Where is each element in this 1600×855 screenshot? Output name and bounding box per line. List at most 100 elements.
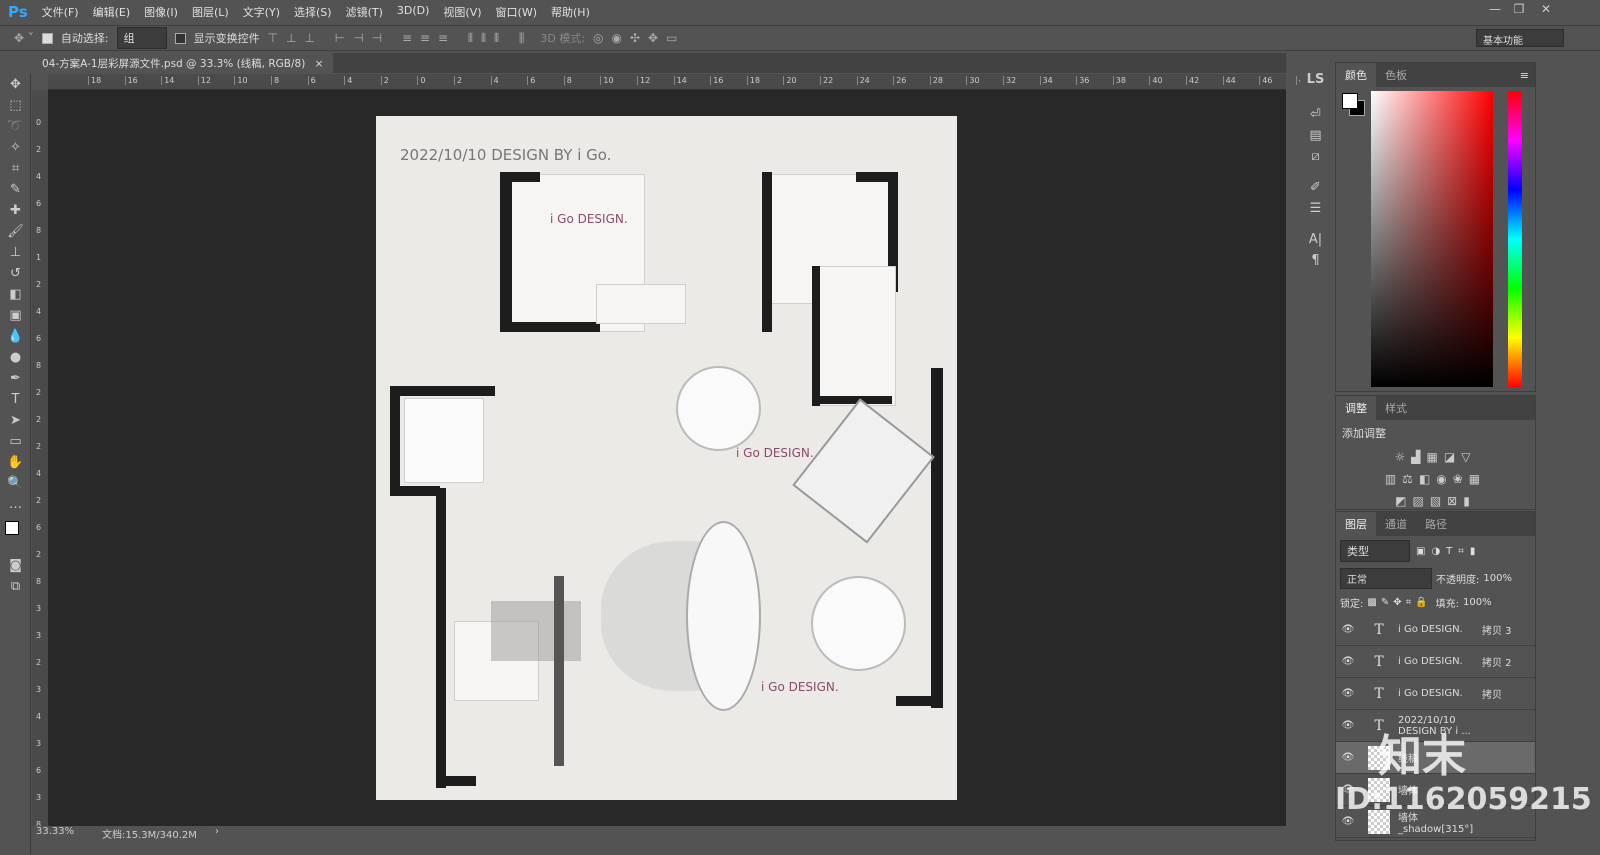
zoom-level[interactable]: 33.33%	[36, 826, 74, 837]
menu-item[interactable]: 视图(V)	[443, 4, 481, 20]
brush-settings-icon[interactable]: ☰	[1300, 198, 1331, 219]
properties-icon[interactable]: ▤	[1300, 125, 1331, 146]
restore-button[interactable]: ❐	[1508, 2, 1530, 18]
panel-menu-icon[interactable]: ≡	[1520, 69, 1529, 82]
brushes-icon[interactable]: ✐	[1300, 177, 1331, 198]
menu-item[interactable]: 图像(I)	[144, 4, 178, 20]
lock-label: 锁定:	[1340, 599, 1364, 610]
visibility-eye-icon[interactable]: 👁	[1336, 624, 1360, 635]
dodge-tool-icon[interactable]: ●	[0, 347, 31, 368]
lock-icons[interactable]: ▩✎✥⌗🔒	[1367, 597, 1431, 608]
move-tool-icon[interactable]: ✥	[0, 74, 31, 95]
menu-item[interactable]: 3D(D)	[397, 4, 430, 20]
tab-layers[interactable]: 图层	[1336, 512, 1376, 536]
tab-channels[interactable]: 通道	[1376, 512, 1416, 536]
ruler-tick: 34	[1039, 76, 1053, 85]
menu-item[interactable]: 编辑(E)	[93, 4, 131, 20]
layer-filter-icons[interactable]: ▣◑T⌗▮	[1416, 546, 1481, 557]
history-icon[interactable]: ⏎	[1300, 104, 1331, 125]
ruler-tick: 6	[36, 766, 42, 775]
character-icon[interactable]: A|	[1300, 229, 1331, 250]
auto-select-checkbox[interactable]	[41, 32, 53, 44]
hand-tool-icon[interactable]: ✋	[0, 452, 31, 473]
blend-mode-dropdown[interactable]: 正常	[1340, 568, 1432, 589]
align-icons[interactable]: ⊤⊥⊥ ⊢⊣⊣ ≡≡≡ ⫴⫴⫴ ⫼	[268, 31, 533, 46]
ruler-tick: 4	[36, 712, 42, 721]
menu-item[interactable]: 选择(S)	[294, 4, 332, 20]
ruler-tick: 4	[36, 172, 42, 181]
visibility-eye-icon[interactable]: 👁	[1336, 720, 1360, 731]
floor-plan-document[interactable]: 2022/10/10 DESIGN BY i Go. i Go DESIGN. …	[376, 116, 957, 800]
ruler-tick: 2	[36, 145, 42, 154]
move-tool-icon[interactable]: ✥ ˅	[14, 31, 34, 45]
menu-item[interactable]: 文件(F)	[42, 4, 79, 20]
tab-paths[interactable]: 路径	[1416, 512, 1456, 536]
transform-icon[interactable]: ⧄	[1300, 146, 1331, 167]
zoom-tool-icon[interactable]: 🔍	[0, 473, 31, 494]
vertical-ruler: 024681246822242628332343638	[32, 90, 48, 829]
adjustment-icons[interactable]: ☼▟▦◪▽ ▥⚖◧◉❀▦ ◩▨▧⊠▮	[1336, 446, 1535, 512]
paragraph-icon[interactable]: ¶	[1300, 250, 1331, 271]
layer-row[interactable]: 👁 Ti Go DESIGN. 拷贝 2	[1336, 646, 1535, 678]
close-tab-button[interactable]: ×	[315, 58, 324, 70]
opacity-input[interactable]: 100%	[1483, 573, 1512, 584]
marquee-tool-icon[interactable]: ⬚	[0, 95, 31, 116]
ruler-tick: 4	[344, 76, 352, 85]
gradient-icon[interactable]: ▣	[0, 305, 31, 326]
ruler-tick: 26	[893, 76, 906, 85]
menu-item[interactable]: 文字(Y)	[243, 4, 280, 20]
visibility-eye-icon[interactable]: 👁	[1336, 816, 1360, 827]
hue-slider[interactable]	[1508, 91, 1522, 387]
brush-tool-icon[interactable]: 🖌	[0, 221, 31, 242]
type-tool-icon[interactable]: T	[0, 389, 31, 410]
menu-item[interactable]: 帮助(H)	[551, 4, 590, 20]
foreground-swatch[interactable]	[1342, 93, 1358, 109]
ruler-tick: 4	[490, 76, 499, 85]
3d-mode-icons[interactable]: ◎◉✣✥▭	[593, 31, 685, 45]
more-tools-icon[interactable]: …	[0, 494, 31, 515]
ruler-tick: 2	[36, 658, 42, 667]
rectangle-tool-icon[interactable]: ▭	[0, 431, 31, 452]
layer-row[interactable]: 👁 Ti Go DESIGN. 拷贝 3	[1336, 614, 1535, 646]
history-brush-icon[interactable]: ↺	[0, 263, 31, 284]
lasso-tool-icon[interactable]: ➰	[0, 116, 31, 137]
tab-swatches[interactable]: 色板	[1376, 63, 1416, 87]
ruler-tick: 0	[36, 118, 42, 127]
minimize-button[interactable]: —	[1484, 2, 1506, 18]
layer-filter-dropdown[interactable]: 类型	[1340, 540, 1410, 562]
crop-tool-icon[interactable]: ⌗	[0, 158, 31, 179]
screen-mode-icon[interactable]: ⧉	[0, 576, 31, 597]
eyedropper-icon[interactable]: ✎	[0, 179, 31, 200]
ruler-tick: 8	[36, 361, 42, 370]
visibility-eye-icon[interactable]: 👁	[1336, 656, 1360, 667]
color-field[interactable]	[1371, 91, 1493, 387]
quick-mask-icon[interactable]: ◙	[0, 555, 31, 576]
healing-brush-icon[interactable]: ✚	[0, 200, 31, 221]
pen-tool-icon[interactable]: ✒	[0, 368, 31, 389]
canvas-area[interactable]: 2022/10/10 DESIGN BY i Go. i Go DESIGN. …	[48, 90, 1286, 826]
visibility-eye-icon[interactable]: 👁	[1336, 752, 1360, 763]
layer-row[interactable]: 👁 Ti Go DESIGN. 拷贝	[1336, 678, 1535, 710]
magic-wand-icon[interactable]: ✧	[0, 137, 31, 158]
tab-color[interactable]: 颜色	[1336, 63, 1376, 87]
show-transform-checkbox[interactable]	[174, 32, 186, 44]
eraser-icon[interactable]: ◧	[0, 284, 31, 305]
menu-item[interactable]: 图层(L)	[192, 4, 229, 20]
menu-item[interactable]: 滤镜(T)	[346, 4, 383, 20]
auto-select-dropdown[interactable]: 组	[116, 27, 167, 49]
libraries-icon[interactable]: LS	[1300, 69, 1331, 90]
document-tab[interactable]: 04-方案A-1层彩屏源文件.psd @ 33.3% (线稿, RGB/8) ×	[32, 53, 334, 73]
workspace-dropdown[interactable]: 基本功能	[1476, 29, 1564, 47]
visibility-eye-icon[interactable]: 👁	[1336, 688, 1360, 699]
close-window-button[interactable]: ✕	[1535, 2, 1557, 18]
tab-styles[interactable]: 样式	[1376, 396, 1416, 420]
menu-item[interactable]: 窗口(W)	[496, 4, 537, 20]
fill-input[interactable]: 100%	[1463, 597, 1492, 608]
ruler-tick: 3	[36, 739, 42, 748]
stamp-tool-icon[interactable]: ⊥	[0, 242, 31, 263]
tab-adjustments[interactable]: 调整	[1336, 396, 1376, 420]
foreground-background-color[interactable]	[0, 515, 31, 555]
status-menu-arrow[interactable]: ›	[215, 826, 219, 837]
blur-tool-icon[interactable]: 💧	[0, 326, 31, 347]
path-select-icon[interactable]: ➤	[0, 410, 31, 431]
